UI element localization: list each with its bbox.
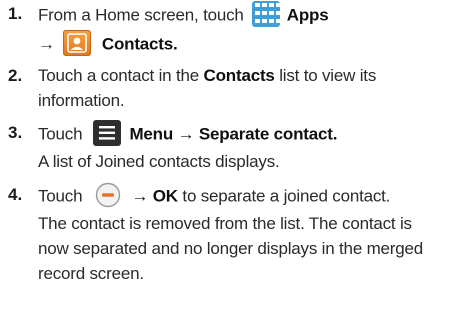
ok-label: OK xyxy=(152,186,178,206)
step-2-line-1: Touch a contact in the Contacts list to … xyxy=(38,65,376,87)
minus-circle-icon xyxy=(95,182,121,208)
step-4-line-2: The contact is removed from the list. Th… xyxy=(38,214,412,233)
step-4-line-3: now separated and no longer displays in … xyxy=(38,239,424,258)
step-text-suffix: to separate a joined contact. xyxy=(182,186,391,206)
separate-contact-label: Separate contact. xyxy=(198,124,338,144)
step-text: Touch xyxy=(38,186,83,206)
arrow-icon: → xyxy=(38,34,55,54)
step-number: 4. xyxy=(8,185,23,204)
contacts-label: Contacts. xyxy=(101,34,178,54)
instruction-document: 1. From a Home screen, touch Apps → Cont… xyxy=(0,0,456,310)
menu-icon xyxy=(92,120,121,146)
step-1-line-1: From a Home screen, touch Apps xyxy=(38,1,329,29)
contacts-word: Contacts xyxy=(203,66,275,85)
arrow-icon: → xyxy=(131,186,149,206)
apps-label: Apps xyxy=(286,5,329,25)
step-text: From a Home screen, touch xyxy=(38,5,244,25)
step-3-line-1: Touch Menu → Separate contact. xyxy=(38,120,338,148)
step-number: 2. xyxy=(8,66,23,85)
contacts-icon xyxy=(63,30,92,56)
step-3-line-2: A list of Joined contacts displays. xyxy=(38,152,280,171)
step-number: 3. xyxy=(8,123,23,142)
step-text: Touch xyxy=(38,124,83,144)
menu-label: Menu xyxy=(129,124,174,144)
arrow-icon: → xyxy=(177,124,195,144)
apps-grid-icon xyxy=(252,1,282,27)
step-text: Touch a contact in the xyxy=(38,66,199,85)
step-2-line-2: information. xyxy=(38,91,125,110)
step-number: 1. xyxy=(8,4,23,23)
step-text-suffix: list to view its xyxy=(279,66,377,85)
step-4-line-1: Touch → OK to separate a joined contact. xyxy=(38,182,391,210)
step-4-line-4: record screen. xyxy=(38,264,144,283)
step-1-line-2: → Contacts. xyxy=(38,30,178,58)
